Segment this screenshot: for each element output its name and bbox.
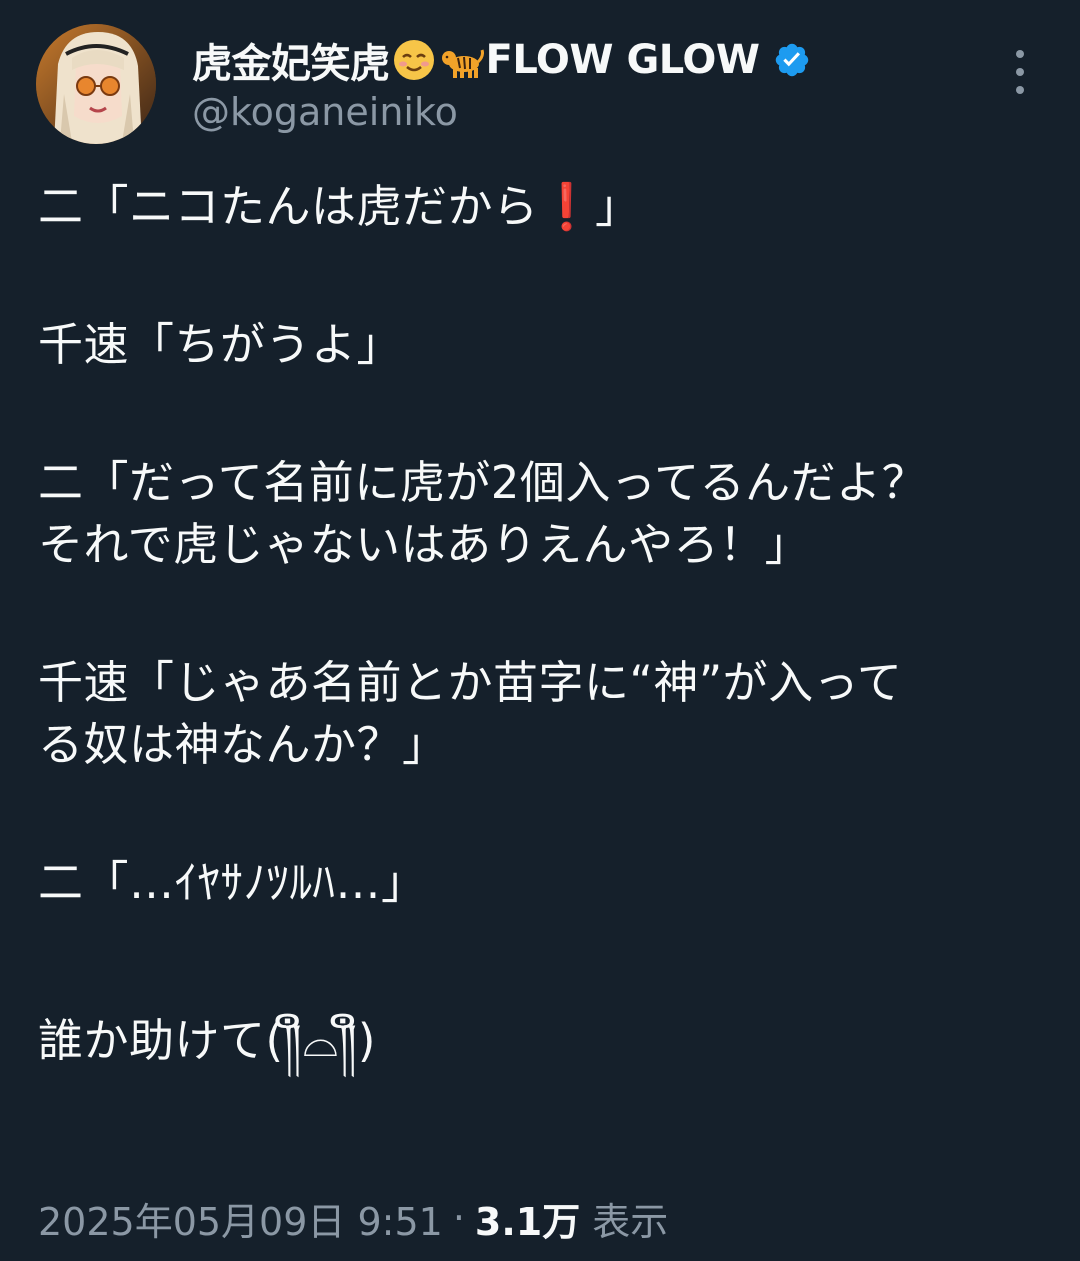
tweet-line: 二「だって名前に虎が2個入ってるんだよ？ (38, 456, 928, 509)
display-name-suffix[interactable]: FLOW GLOW (486, 37, 760, 83)
more-dot (1016, 50, 1024, 58)
tweet-header: 虎金妃笑虎 FLOW GLOW @koganeiniko (0, 0, 1080, 160)
relieved-face-emoji (392, 38, 436, 82)
tweet-text: 二「ニコたんは虎だから❗」 千速「ちがうよ」 二「だって名前に虎が2個入ってるん… (38, 176, 1058, 1072)
tweet-line: 誰か助けて(༎ຶ⌓༎ຶ) (38, 1014, 376, 1067)
tweet-meta: 2025年05月09日 9:51 · 3.1万 表示 (38, 1190, 668, 1246)
tweet-timestamp[interactable]: 2025年05月09日 9:51 (38, 1191, 443, 1246)
tweet-line: 二「…ｲﾔｻﾉﾂﾙﾊ…」 (38, 856, 427, 909)
author-handle[interactable]: @koganeiniko (192, 90, 458, 134)
verified-badge-icon[interactable] (773, 41, 811, 79)
author-name-row[interactable]: 虎金妃笑虎 FLOW GLOW (192, 32, 811, 88)
avatar-image (36, 24, 156, 144)
avatar[interactable] (36, 24, 156, 144)
tweet-line: 千速「じゃあ名前とか苗字に“神”が入って (38, 656, 903, 709)
views-count[interactable]: 3.1万 (475, 1191, 580, 1246)
meta-separator: · (452, 1196, 465, 1240)
tweet-line: る奴は神なんか？」 (38, 718, 448, 771)
tweet-line: それで虎じゃないはありえんやろ！」 (38, 518, 811, 571)
more-options-icon[interactable] (1004, 50, 1036, 94)
more-dot (1016, 86, 1024, 94)
more-dot (1016, 68, 1024, 76)
tweet-line: 二「ニコたんは虎だから❗」 (38, 180, 641, 233)
tweet-line: 千速「ちがうよ」 (38, 318, 403, 371)
display-name[interactable]: 虎金妃笑虎 (192, 31, 390, 89)
views-label: 表示 (592, 1199, 669, 1244)
tiger-emoji (440, 38, 484, 82)
